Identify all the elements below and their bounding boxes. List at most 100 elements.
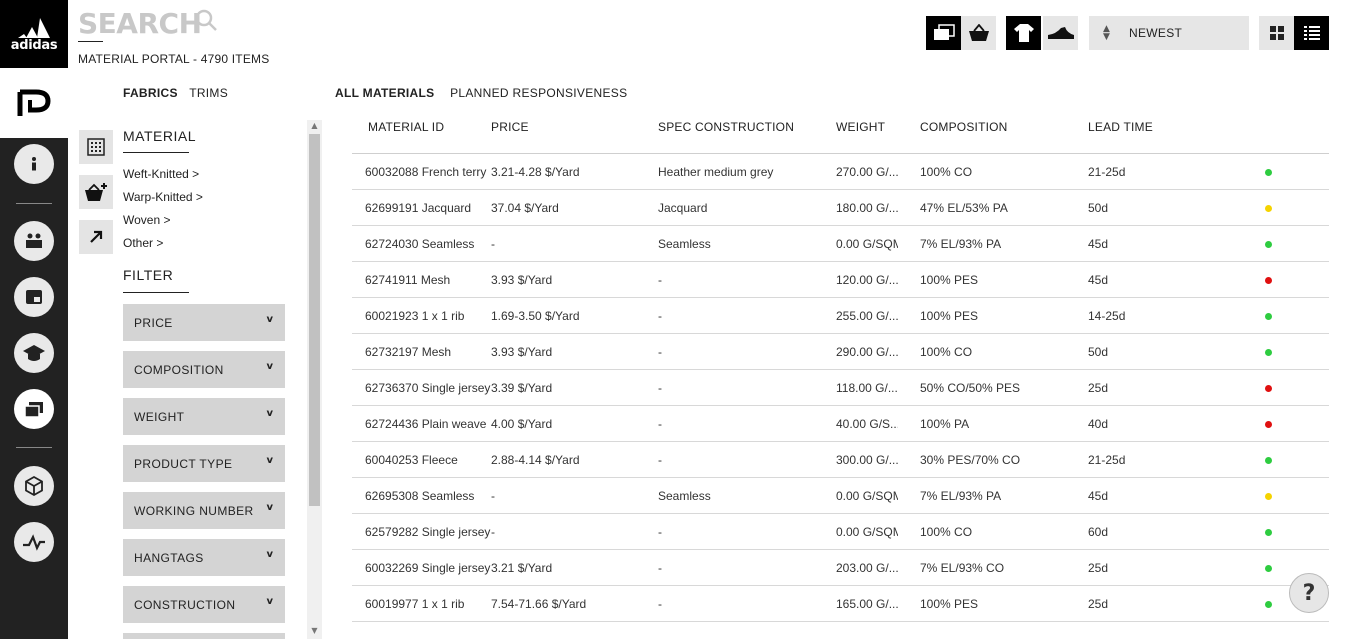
info-icon[interactable] — [14, 144, 54, 184]
portal-home-tab[interactable] — [0, 68, 68, 138]
sort-dropdown[interactable]: ▲ ▼ NEWEST — [1089, 16, 1249, 50]
arrow-up-right-icon — [90, 230, 103, 243]
weight-cell: 255.00 G/... — [836, 309, 898, 323]
material-heading: MATERIAL — [123, 128, 196, 144]
material-link-weft-knitted[interactable]: Weft-Knitted > — [123, 167, 199, 181]
table-row[interactable]: 62699191 Jacquard 37.04 $/Yard Jacquard 180… — [352, 190, 1329, 226]
material-id-cell: 62732197 Mesh — [365, 345, 452, 359]
spec-construction-cell: - — [658, 597, 662, 611]
filter-label: PRODUCT TYPE — [134, 457, 233, 471]
table-row[interactable]: 62579282 Single jersey - -0.00 G/SQM 100% C… — [352, 514, 1329, 550]
search-input[interactable]: SEARCH — [78, 7, 202, 40]
analytics-trend-icon[interactable] — [14, 522, 54, 562]
filter-more[interactable] — [123, 633, 285, 639]
tab-trims[interactable]: TRIMS — [189, 86, 228, 100]
footwear-filter-button[interactable] — [1043, 16, 1078, 50]
weight-cell: 203.00 G/... — [836, 561, 898, 575]
column-header-lead-time[interactable]: LEAD TIME — [1088, 120, 1153, 134]
adidas-logo[interactable]: adidas — [0, 0, 68, 68]
filter-label: HANGTAGS — [134, 551, 204, 565]
column-header-weight[interactable]: WEIGHT — [836, 120, 885, 134]
filter-working-number[interactable]: WORKING NUMBER v — [123, 492, 285, 529]
spec-construction-cell: - — [658, 345, 662, 359]
table-row[interactable]: 62695308 Seamless - Seamless 0.00 G/SQM 7% E… — [352, 478, 1329, 514]
material-id-cell: 62736370 Single jersey — [365, 381, 491, 395]
table-row[interactable]: 62732197 Mesh 3.93 $/Yard - 290.00 G/... 100… — [352, 334, 1329, 370]
table-row[interactable]: 62741911 Mesh 3.93 $/Yard - 120.00 G/... 100… — [352, 262, 1329, 298]
price-cell: 3.21-4.28 $/Yard — [491, 165, 580, 179]
tab-all-materials[interactable]: ALL MATERIALS — [335, 86, 434, 100]
table-row[interactable]: 62736370 Single jersey 3.39 $/Yard - 118.00… — [352, 370, 1329, 406]
apparel-filter-button[interactable] — [1006, 16, 1041, 50]
spec-construction-cell: - — [658, 417, 662, 431]
filter-product-type[interactable]: PRODUCT TYPE v — [123, 445, 285, 482]
lead-time-cell: 50d — [1088, 345, 1109, 359]
column-header-price[interactable]: PRICE — [491, 120, 529, 134]
price-cell: 1.69-3.50 $/Yard — [491, 309, 580, 323]
rail-divider — [16, 447, 52, 448]
materials-library-icon[interactable] — [14, 389, 54, 429]
sort-value: NEWEST — [1129, 26, 1183, 40]
sample-card-icon[interactable] — [14, 277, 54, 317]
material-link-woven[interactable]: Woven > — [123, 213, 170, 227]
material-id-cell: 62724436 Plain weave — [365, 417, 487, 431]
material-id-cell: 62741911 Mesh — [365, 273, 451, 287]
open-external-button[interactable] — [79, 220, 113, 254]
3d-cube-icon[interactable] — [14, 466, 54, 506]
scroll-down-icon[interactable]: ▼ — [309, 626, 320, 637]
table-row[interactable]: 60032269 Single jersey 3.21 $/Yard - 203.00… — [352, 550, 1329, 586]
materials-view-button[interactable] — [926, 16, 961, 50]
help-button[interactable]: ? — [1289, 573, 1329, 613]
table-row[interactable]: 60040253 Fleece 2.88-4.14 $/Yard - 300.00 G… — [352, 442, 1329, 478]
weight-cell: 0.00 G/SQM — [836, 489, 898, 503]
scrollbar-thumb[interactable] — [309, 134, 320, 506]
grid-view-button[interactable] — [1259, 16, 1294, 50]
lead-time-cell: 25d — [1088, 597, 1109, 611]
weight-cell: 270.00 G/... — [836, 165, 898, 179]
filter-heading-underline — [123, 292, 189, 293]
lead-time-cell: 21-25d — [1088, 453, 1126, 467]
education-cap-icon[interactable] — [14, 333, 54, 373]
table-row[interactable]: 62724030 Seamless - Seamless 0.00 G/SQM 7% E… — [352, 226, 1329, 262]
adidas-wordmark: adidas — [10, 38, 58, 53]
search-icon[interactable] — [194, 8, 218, 32]
filter-composition[interactable]: COMPOSITION v — [123, 351, 285, 388]
filter-hangtags[interactable]: HANGTAGS v — [123, 539, 285, 576]
basket-button[interactable] — [961, 16, 996, 50]
chevron-down-icon: v — [266, 549, 273, 560]
lead-time-cell: 21-25d — [1088, 165, 1126, 179]
material-heading-underline — [123, 152, 189, 153]
weight-cell: 120.00 G/... — [836, 273, 898, 287]
team-icon[interactable] — [14, 221, 54, 261]
composition-cell: 50% CO/50% PES — [920, 381, 1021, 395]
filter-price[interactable]: PRICE v — [123, 304, 285, 341]
tab-fabrics[interactable]: FABRICS — [123, 86, 178, 100]
table-row[interactable]: 60019977 1 x 1 rib 7.54-71.66 $/Yard - 165.… — [352, 586, 1329, 622]
column-header-composition[interactable]: COMPOSITION — [920, 120, 1008, 134]
material-id-cell: 62699191 Jacquard — [365, 201, 472, 215]
composition-cell: 100% CO — [920, 345, 973, 359]
material-link-warp-knitted[interactable]: Warp-Knitted > — [123, 190, 203, 204]
material-link-other[interactable]: Other > — [123, 236, 163, 250]
filter-heading: FILTER — [123, 267, 174, 283]
list-view-button[interactable] — [1294, 16, 1329, 50]
table-row[interactable]: 60021923 1 x 1 rib 1.69-3.50 $/Yard - 255.0… — [352, 298, 1329, 334]
filter-weight[interactable]: WEIGHT v — [123, 398, 285, 435]
spec-construction-cell: - — [658, 309, 662, 323]
scroll-up-icon[interactable]: ▲ — [309, 121, 320, 132]
add-to-basket-button[interactable] — [79, 175, 113, 209]
material-id-cell: 60032269 Single jersey — [365, 561, 491, 575]
table-row[interactable]: 62724436 Plain weave 4.00 $/Yard - 40.00 G/… — [352, 406, 1329, 442]
column-header-material-id[interactable]: MATERIAL ID — [368, 120, 444, 134]
fabric-swatch-button[interactable] — [79, 130, 113, 164]
column-header-spec-construction[interactable]: SPEC CONSTRUCTION — [658, 120, 794, 134]
weight-cell: 165.00 G/... — [836, 597, 898, 611]
weight-cell: 0.00 G/SQM — [836, 525, 898, 539]
status-dot-icon — [1265, 277, 1272, 284]
table-row[interactable]: 60032088 French terry 3.21-4.28 $/Yard Hea… — [352, 154, 1329, 190]
spec-construction-cell: - — [658, 273, 662, 287]
filter-construction[interactable]: CONSTRUCTION v — [123, 586, 285, 623]
tab-planned-responsiveness[interactable]: PLANNED RESPONSIVENESS — [450, 86, 627, 100]
chevron-down-icon: v — [266, 361, 273, 372]
status-dot-icon — [1265, 601, 1272, 608]
